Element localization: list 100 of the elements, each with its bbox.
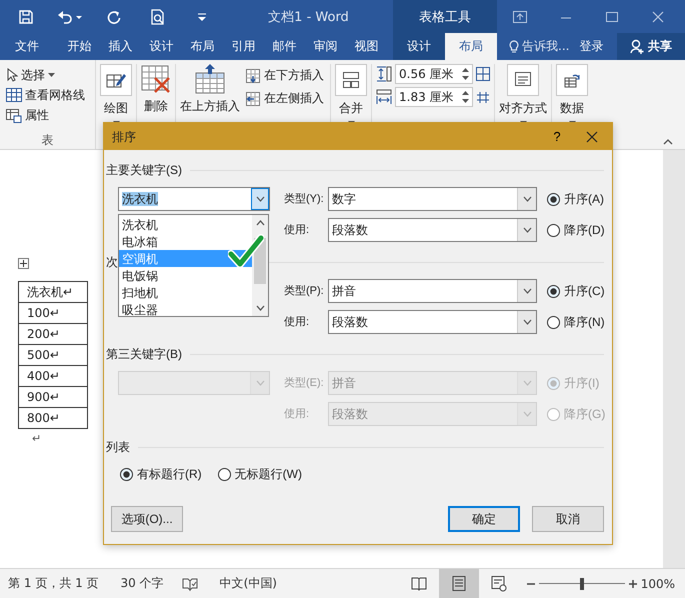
paragraph-mark: ↵ (32, 432, 42, 445)
dialog-button[interactable]: 选项(O)... (111, 506, 183, 532)
ribbon-display-icon[interactable] (513, 10, 527, 22)
list-option[interactable]: 电冰箱 (119, 233, 252, 250)
table-cell: 800↵ (18, 408, 88, 428)
dropdown-field[interactable]: 段落数 (328, 218, 537, 242)
distribute-rows-icon[interactable] (476, 67, 490, 81)
radio-button[interactable]: 有标题行(R) (120, 466, 202, 482)
share-button[interactable]: 共享 (617, 33, 685, 60)
slider-thumb[interactable] (580, 578, 584, 590)
zoom-in-icon[interactable] (628, 580, 637, 588)
ribbon-tab[interactable]: 布局 (445, 33, 497, 60)
customize-icon[interactable] (198, 12, 206, 20)
field-label: 类型(P): (284, 284, 325, 299)
chevron-icon (522, 319, 532, 325)
chevron-icon (256, 380, 264, 386)
table-cell: 200↵ (18, 324, 88, 344)
read-mode-icon (410, 576, 427, 592)
merge-cells-icon (343, 72, 359, 88)
page-count[interactable]: 第 1 页，共 1 页 (8, 575, 99, 592)
proofing-icon[interactable] (182, 576, 198, 590)
spinner-arrows-icon (462, 68, 469, 80)
ribbon-tab[interactable]: 引用 (223, 33, 264, 60)
ribbon-tab[interactable]: 设计 (141, 33, 182, 60)
print-layout-icon (450, 576, 467, 592)
table-cell: 洗衣机↵ (18, 282, 88, 302)
ribbon-tab[interactable]: 邮件 (264, 33, 305, 60)
cursor-icon (6, 68, 18, 82)
ribbon-button[interactable]: 属性 (6, 106, 95, 126)
redo-icon[interactable] (107, 10, 121, 24)
dropdown-field[interactable]: 拼音 (328, 279, 537, 303)
field-label: 类型(E): (284, 376, 325, 391)
ribbon-button[interactable]: 在左侧插入 (244, 87, 330, 110)
delete-table-icon (141, 64, 171, 94)
ribbon-tab[interactable]: 审阅 (305, 33, 346, 60)
radio-button[interactable]: 无标题行(W) (218, 466, 302, 482)
chevron-icon (522, 288, 532, 294)
ribbon-button[interactable]: 查看网格线 (6, 85, 95, 106)
combo-box[interactable]: 洗衣机 (118, 187, 270, 211)
dropdown-field[interactable]: 段落数 (328, 310, 537, 334)
scrollbar[interactable] (252, 215, 268, 316)
list-option[interactable]: 吸尘器 (119, 301, 252, 318)
word-count[interactable]: 30 个字 (120, 575, 164, 592)
ribbon-button[interactable]: 在下方插入 (244, 64, 330, 87)
section-label: 列表 (106, 439, 130, 455)
distribute-columns-icon[interactable] (476, 90, 490, 104)
insert-column-left-icon (246, 92, 260, 106)
ribbon-tab[interactable]: 视图 (346, 33, 387, 60)
section-label: 次 (106, 254, 118, 270)
print-preview-icon[interactable] (151, 8, 165, 24)
dialog-title: 排序 (112, 128, 137, 144)
field-label: 类型(Y): (284, 192, 325, 207)
field-label: 使用: (284, 315, 310, 330)
ribbon-tab[interactable]: 文件 (6, 33, 48, 60)
list-option[interactable]: 洗衣机 (119, 216, 252, 233)
dialog-button[interactable]: 取消 (532, 506, 604, 532)
list-option[interactable]: 电饭锅 (119, 267, 252, 284)
help-button[interactable]: ? (542, 128, 572, 146)
save-icon[interactable] (19, 10, 33, 24)
insert-row-above-icon (195, 64, 225, 94)
dialog-button[interactable]: 确定 (448, 506, 520, 532)
spin-field[interactable]: 1.83 厘米 (395, 87, 473, 107)
grid-icon (6, 88, 22, 102)
language-indicator[interactable]: 中文(中国) (220, 575, 277, 592)
zoom-level[interactable]: 100% (640, 576, 675, 590)
chevron-icon (522, 227, 532, 233)
close-icon[interactable] (652, 10, 664, 22)
sign-in-button[interactable]: 登录 (575, 33, 608, 60)
table-data-icon (564, 72, 580, 88)
table-cell: 400↵ (18, 366, 88, 386)
radio-button[interactable]: 升序(C) (547, 283, 605, 299)
table-cell: 500↵ (18, 344, 88, 366)
maximize-icon[interactable] (606, 10, 618, 22)
tell-me-button[interactable]: 告诉我... (505, 33, 574, 60)
context-tab-group-label: 表格工具 (393, 0, 497, 33)
radio-button[interactable]: 降序(D) (547, 222, 605, 238)
scroll-up-icon[interactable] (256, 220, 264, 226)
chevron-icon (256, 196, 264, 202)
web-layout-icon (490, 576, 507, 592)
table-properties-icon (6, 108, 22, 123)
radio-button[interactable]: 升序(A) (547, 191, 605, 207)
scroll-down-icon[interactable] (256, 305, 264, 311)
ribbon-tab[interactable]: 设计 (395, 33, 443, 60)
group-label: 表 (40, 132, 54, 149)
view-mode-button[interactable] (438, 569, 479, 598)
dropdown-field[interactable]: 数字 (328, 187, 537, 211)
radio-button[interactable]: 降序(N) (547, 314, 605, 330)
row-height-icon (376, 66, 392, 82)
ribbon-tab[interactable]: 布局 (182, 33, 223, 60)
list-option[interactable]: 扫地机 (119, 284, 252, 301)
table-move-handle-icon[interactable] (18, 258, 29, 269)
ribbon-button[interactable]: 选择 (6, 65, 95, 86)
undo-icon[interactable] (58, 10, 82, 24)
person-add-icon (630, 39, 645, 54)
section-label: 主要关键字(S) (106, 162, 182, 178)
ribbon-tab[interactable]: 插入 (100, 33, 141, 60)
ribbon-tab[interactable]: 开始 (59, 33, 100, 60)
collapse-ribbon-icon[interactable] (663, 139, 673, 145)
spin-field[interactable]: 0.56 厘米 (395, 64, 473, 84)
lightbulb-icon (509, 40, 519, 54)
